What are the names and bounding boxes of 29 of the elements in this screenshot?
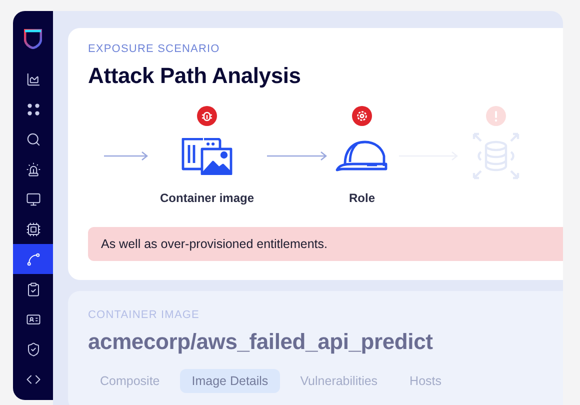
- section-label: EXPOSURE SCENARIO: [88, 43, 221, 55]
- node-label: Role: [349, 191, 376, 205]
- image-title: acmecorp/aws_failed_api_predict: [88, 329, 434, 355]
- scenario-title: Attack Path Analysis: [88, 63, 302, 89]
- chart-icon: [26, 72, 40, 86]
- tab[interactable]: Image Details: [180, 369, 280, 393]
- chip-icon: [26, 222, 40, 236]
- logo-icon[interactable]: [24, 29, 42, 49]
- section-label: CONTAINER IMAGE: [88, 309, 200, 321]
- bug-badge-icon: [197, 106, 218, 126]
- shield-icon: [26, 342, 40, 356]
- database-icon: [472, 132, 520, 180]
- tab[interactable]: Hosts: [398, 369, 454, 393]
- arrow-icon: [267, 151, 328, 161]
- clipboard-icon: [26, 282, 40, 296]
- arrow-icon: [104, 151, 148, 161]
- siren-icon: [26, 162, 40, 176]
- alert-badge-icon: [486, 106, 506, 126]
- alert-banner: As well as over-provisioned entitlements.: [88, 227, 563, 261]
- id-card-icon: [26, 312, 40, 326]
- path-icon: [26, 252, 40, 266]
- node-label: Container image: [160, 191, 254, 205]
- container-image-icon: [181, 138, 234, 175]
- search-icon: [26, 132, 40, 146]
- tab[interactable]: Composite: [88, 369, 172, 393]
- monitor-icon: [26, 192, 40, 206]
- gear-badge-icon: [352, 106, 372, 126]
- grid-icon: [26, 102, 40, 116]
- tab[interactable]: Vulnerabilities: [288, 369, 390, 393]
